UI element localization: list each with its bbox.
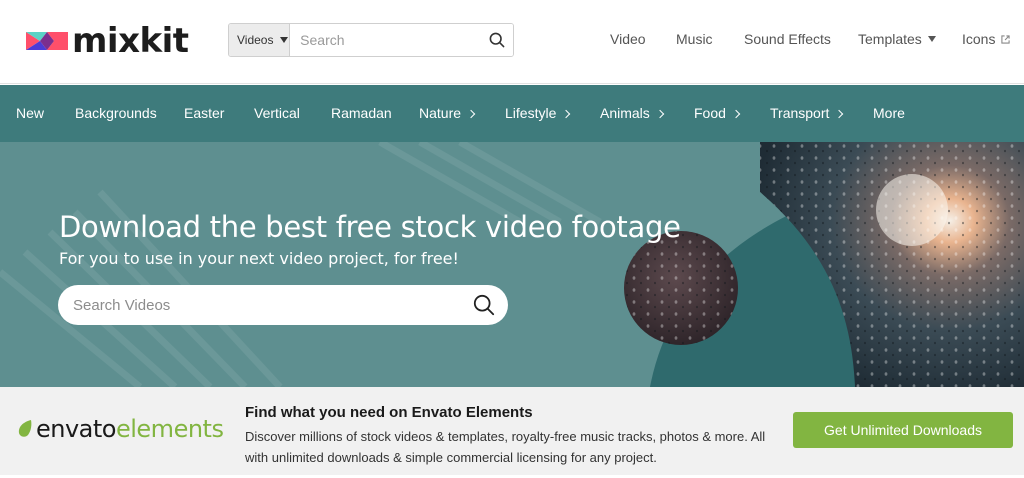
nav-templates[interactable]: Templates bbox=[858, 31, 936, 47]
search-category-select[interactable]: Videos bbox=[229, 24, 291, 56]
search-button[interactable] bbox=[481, 24, 513, 56]
category-transport[interactable]: Transport bbox=[770, 105, 844, 121]
nav-music[interactable]: Music bbox=[676, 31, 713, 47]
hero-search-input[interactable] bbox=[58, 296, 460, 314]
site-header: mixkit Videos Video Music Sound Effects … bbox=[0, 0, 1024, 84]
category-new[interactable]: New bbox=[16, 105, 44, 121]
nav-video[interactable]: Video bbox=[610, 31, 646, 47]
nav-video-label: Video bbox=[610, 31, 646, 47]
caret-down-icon bbox=[280, 37, 289, 43]
category-label: More bbox=[873, 105, 905, 121]
chevron-right-icon bbox=[655, 109, 665, 118]
category-easter[interactable]: Easter bbox=[184, 105, 224, 121]
envato-description: Discover millions of stock videos & temp… bbox=[245, 429, 766, 465]
category-label: Food bbox=[694, 105, 726, 121]
hero-subtitle: For you to use in your next video projec… bbox=[59, 249, 459, 268]
category-ramadan[interactable]: Ramadan bbox=[331, 105, 392, 121]
hero-banner: Download the best free stock video foota… bbox=[0, 142, 1024, 387]
category-label: Ramadan bbox=[331, 105, 392, 121]
category-vertical[interactable]: Vertical bbox=[254, 105, 300, 121]
search-icon bbox=[489, 32, 505, 48]
external-link-icon bbox=[1001, 34, 1011, 44]
category-label: Lifestyle bbox=[505, 105, 557, 121]
nav-icons[interactable]: Icons bbox=[962, 31, 1011, 47]
category-animals[interactable]: Animals bbox=[600, 105, 665, 121]
chevron-right-icon bbox=[466, 109, 476, 118]
category-label: Animals bbox=[600, 105, 650, 121]
hero-search-button[interactable] bbox=[460, 294, 508, 316]
envato-logo-part2: elements bbox=[115, 415, 224, 443]
nav-music-label: Music bbox=[676, 31, 713, 47]
envato-logo-part1: envato bbox=[36, 415, 116, 443]
category-label: Vertical bbox=[254, 105, 300, 121]
hero-title: Download the best free stock video foota… bbox=[59, 210, 681, 244]
category-label: Easter bbox=[184, 105, 225, 121]
hero-search bbox=[58, 285, 508, 325]
envato-promo: envato elements Find what you need on En… bbox=[0, 387, 1024, 475]
header-search: Videos bbox=[228, 23, 514, 57]
envato-leaf-icon bbox=[18, 420, 32, 437]
search-input[interactable] bbox=[290, 24, 482, 56]
search-icon bbox=[473, 294, 495, 316]
nav-sound-effects-label: Sound Effects bbox=[744, 31, 831, 47]
chevron-right-icon bbox=[835, 109, 844, 118]
mixkit-logo[interactable]: mixkit bbox=[26, 22, 189, 60]
category-label: Backgrounds bbox=[75, 105, 157, 121]
nav-sound-effects[interactable]: Sound Effects bbox=[744, 31, 831, 47]
chevron-right-icon bbox=[731, 109, 741, 118]
chevron-right-icon bbox=[562, 109, 571, 118]
nav-templates-label: Templates bbox=[858, 31, 922, 47]
mixkit-logo-icon bbox=[26, 32, 68, 50]
category-food[interactable]: Food bbox=[694, 105, 741, 121]
caret-down-icon bbox=[927, 36, 936, 42]
logo-wordmark: mixkit bbox=[72, 21, 189, 61]
category-more[interactable]: More bbox=[873, 105, 905, 121]
search-category-value: Videos bbox=[237, 33, 274, 47]
category-label: Nature bbox=[419, 105, 462, 121]
category-bar: New Backgrounds Easter Vertical Ramadan … bbox=[0, 85, 1024, 142]
category-lifestyle[interactable]: Lifestyle bbox=[505, 105, 571, 121]
envato-title: Find what you need on Envato Elements bbox=[245, 404, 533, 421]
envato-elements-logo[interactable]: envato elements bbox=[16, 414, 224, 444]
get-unlimited-downloads-button[interactable]: Get Unlimited Downloads bbox=[793, 412, 1013, 448]
category-label: New bbox=[16, 105, 45, 121]
category-backgrounds[interactable]: Backgrounds bbox=[75, 105, 157, 121]
category-nature[interactable]: Nature bbox=[419, 105, 476, 121]
nav-icons-label: Icons bbox=[962, 31, 996, 47]
category-label: Transport bbox=[770, 105, 830, 121]
